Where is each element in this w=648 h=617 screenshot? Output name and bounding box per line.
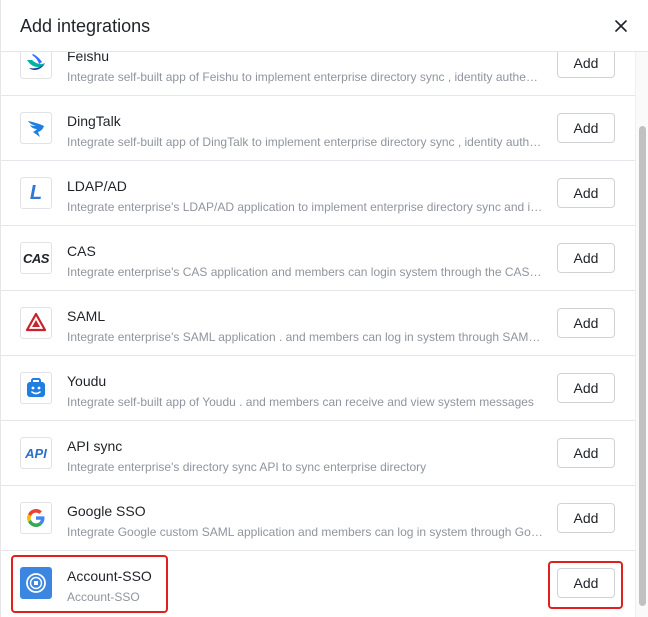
api-icon: API — [20, 437, 52, 469]
list-scrollbar[interactable] — [635, 52, 648, 617]
integration-row-feishu: Feishu Integrate self-built app of Feish… — [1, 52, 635, 96]
add-account-sso-button[interactable]: Add — [557, 568, 615, 598]
scrollbar-thumb[interactable] — [639, 126, 646, 606]
integration-row-dingtalk: DingTalk Integrate self-built app of Din… — [1, 96, 635, 161]
add-saml-button[interactable]: Add — [557, 308, 615, 338]
integration-name: API sync — [67, 438, 123, 454]
integration-row-cas: CAS CAS Integrate enterprise's CAS appli… — [1, 226, 635, 291]
integration-name: CAS — [67, 243, 96, 259]
cas-icon: CAS — [20, 242, 52, 274]
integration-name: Feishu — [67, 52, 110, 64]
integration-row-account-sso: Account-SSO Account-SSO Add — [1, 551, 635, 616]
close-icon — [615, 20, 627, 32]
integration-name: SAML — [67, 308, 106, 324]
integration-description: Integrate self-built app of Feishu to im… — [67, 70, 543, 84]
add-ldap-ad-button[interactable]: Add — [557, 178, 615, 208]
ldap-icon: L — [20, 177, 52, 209]
dialog-header: Add integrations — [1, 0, 648, 52]
integration-row-api-sync: API API sync Integrate enterprise's dire… — [1, 421, 635, 486]
dingtalk-icon — [20, 112, 52, 144]
api-icon-text: API — [25, 445, 47, 461]
add-youdu-button[interactable]: Add — [557, 373, 615, 403]
add-google-sso-button[interactable]: Add — [557, 503, 615, 533]
add-feishu-button[interactable]: Add — [557, 52, 615, 78]
dialog-title: Add integrations — [20, 16, 151, 36]
integration-row-google-sso: Google SSO Integrate Google custom SAML … — [1, 486, 635, 551]
integration-row-ldap-ad: L LDAP/AD Integrate enterprise's LDAP/AD… — [1, 161, 635, 226]
integration-description: Integrate self-built app of Youdu . and … — [67, 395, 534, 409]
add-api-sync-button[interactable]: Add — [557, 438, 615, 468]
cas-icon-text: CAS — [23, 250, 49, 266]
feishu-icon — [20, 52, 52, 79]
integration-name: Youdu — [67, 373, 107, 389]
google-icon — [20, 502, 52, 534]
integration-description: Account-SSO — [67, 590, 140, 604]
integration-description: Integrate enterprise's SAML application … — [67, 330, 543, 344]
integration-row-saml: SAML Integrate enterprise's SAML applica… — [1, 291, 635, 356]
account-sso-icon — [20, 567, 52, 599]
integration-name: DingTalk — [67, 113, 121, 129]
integration-description: Integrate enterprise's CAS application a… — [67, 265, 543, 279]
ldap-icon-letter: L — [29, 181, 43, 204]
integration-name: LDAP/AD — [67, 178, 127, 194]
integration-description: Integrate enterprise's LDAP/AD applicati… — [67, 200, 543, 214]
saml-icon — [20, 307, 52, 339]
integration-row-youdu: Youdu Integrate self-built app of Youdu … — [1, 356, 635, 421]
integration-list: Feishu Integrate self-built app of Feish… — [1, 52, 635, 617]
add-dingtalk-button[interactable]: Add — [557, 113, 615, 143]
add-integrations-dialog: Add integrations Feishu Integrate self-b… — [0, 0, 648, 617]
add-cas-button[interactable]: Add — [557, 243, 615, 273]
integration-name: Google SSO — [67, 503, 146, 519]
integration-name: Account-SSO — [67, 568, 152, 584]
youdu-icon — [20, 372, 52, 404]
integration-description: Integrate Google custom SAML application… — [67, 525, 543, 539]
close-button[interactable] — [609, 14, 633, 38]
integration-description: Integrate enterprise's directory sync AP… — [67, 460, 427, 474]
integration-description: Integrate self-built app of DingTalk to … — [67, 135, 543, 149]
